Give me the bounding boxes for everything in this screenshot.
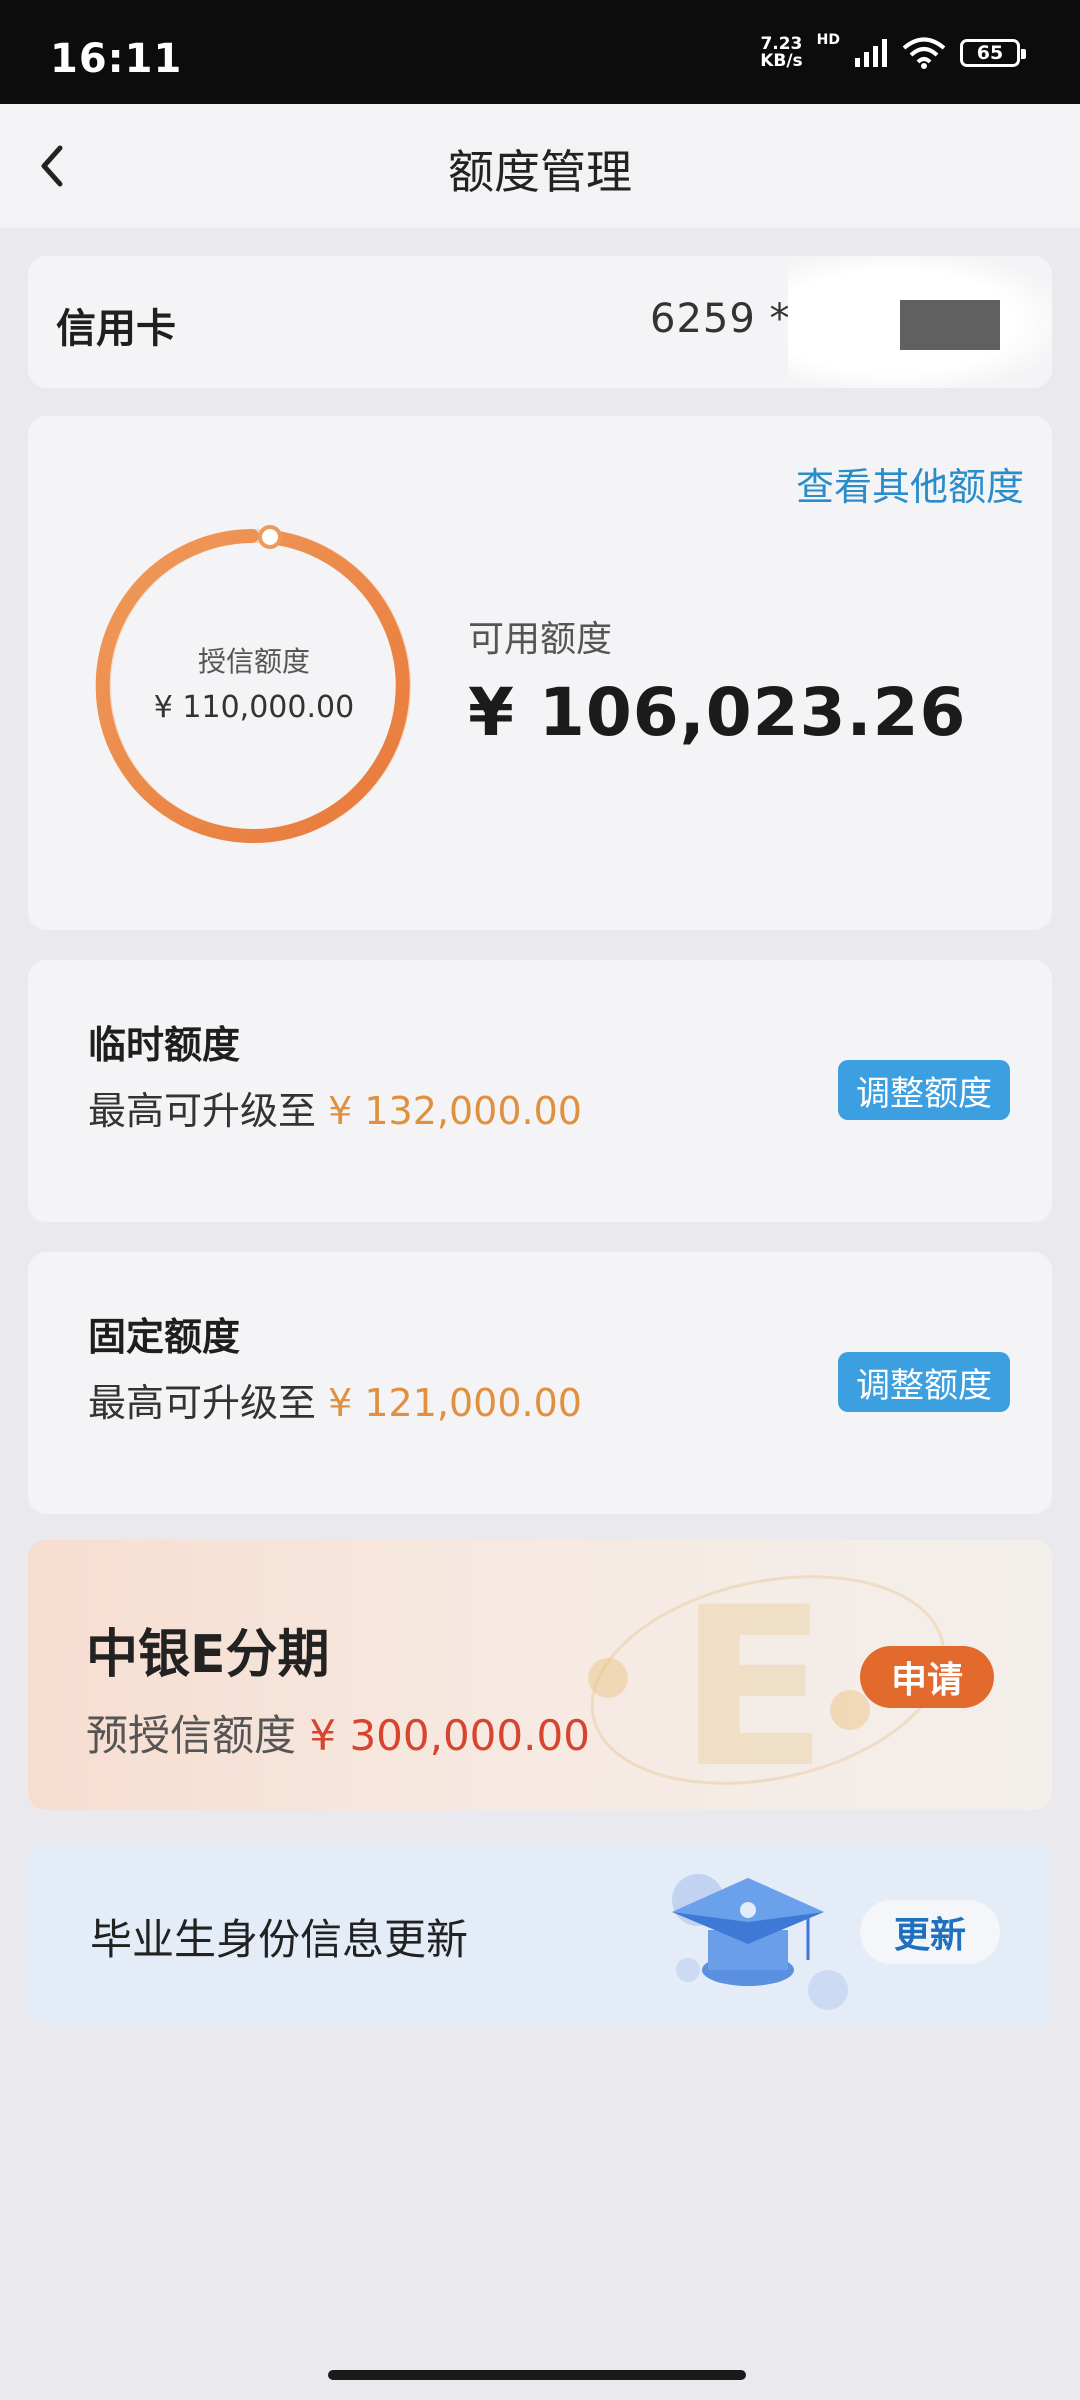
status-icons: 7.23 KB/s HD 65 (760, 30, 1026, 76)
update-button[interactable]: 更新 (860, 1900, 1000, 1964)
adjust-temporary-limit-button[interactable]: 调整额度 (838, 1060, 1010, 1120)
card-type-label: 信用卡 (56, 306, 176, 352)
graduate-update-card[interactable]: 毕业生身份信息更新 更新 (28, 1844, 1052, 2026)
temporary-limit-title: 临时额度 (88, 1023, 241, 1067)
fixed-limit-prefix: 最高可升级至 (88, 1381, 317, 1425)
wifi-icon (902, 37, 946, 69)
apply-button[interactable]: 申请 (860, 1646, 994, 1708)
promo-e-decoration: E (678, 1560, 829, 1810)
installment-amount: ¥ 300,000.00 (309, 1711, 590, 1760)
status-time: 16:11 (50, 36, 183, 82)
signal-icon (855, 39, 887, 67)
credit-limit-label: 授信额度 (197, 645, 310, 678)
credit-card-selector[interactable]: 信用卡 6259 * (28, 256, 1052, 388)
temporary-limit-amount: ¥ 132,000.00 (328, 1089, 582, 1133)
installment-subtitle: 预授信额度 ¥ 300,000.00 (86, 1702, 590, 1763)
installment-prefix: 预授信额度 (86, 1711, 297, 1760)
installment-promo-card[interactable]: E 中银E分期 预授信额度 ¥ 300,000.00 申请 (28, 1540, 1052, 1810)
fixed-limit-card: 固定额度 最高可升级至 ¥ 121,000.00 调整额度 (28, 1252, 1052, 1514)
temporary-limit-card: 临时额度 最高可升级至 ¥ 132,000.00 调整额度 (28, 960, 1052, 1222)
installment-title: 中银E分期 (86, 1625, 330, 1685)
credit-ring-text: 授信额度 ¥ 110,000.00 (84, 516, 424, 856)
promo-dot-decoration (830, 1690, 870, 1730)
status-bar: 16:11 7.23 KB/s HD 65 (0, 0, 1080, 104)
available-limit-value: ¥ 106,023.26 (468, 674, 967, 751)
home-indicator[interactable] (328, 2370, 746, 2380)
fixed-limit-amount: ¥ 121,000.00 (328, 1381, 582, 1425)
network-speed: 7.23 KB/s (760, 36, 802, 70)
card-number-mask-block (900, 300, 1000, 350)
available-limit-label: 可用额度 (468, 619, 613, 660)
hd-label: HD (816, 32, 840, 48)
credit-limit-value: ¥ 110,000.00 (153, 690, 355, 725)
page-title: 额度管理 (448, 145, 632, 199)
fixed-limit-subtitle: 最高可升级至 ¥ 121,000.00 (88, 1372, 582, 1427)
graduation-cap-icon (672, 1874, 848, 2010)
network-speed-unit: KB/s (760, 51, 803, 71)
graduate-update-title: 毕业生身份信息更新 (90, 1915, 469, 1964)
promo-dot-decoration (588, 1658, 628, 1698)
view-other-limits-link[interactable]: 查看其他额度 (796, 456, 1024, 511)
adjust-fixed-limit-button[interactable]: 调整额度 (838, 1352, 1010, 1412)
temporary-limit-subtitle: 最高可升级至 ¥ 132,000.00 (88, 1080, 582, 1135)
battery-indicator: 65 (960, 39, 1026, 67)
fixed-limit-title: 固定额度 (88, 1315, 241, 1359)
top-nav: 额度管理 (0, 104, 1080, 228)
temporary-limit-prefix: 最高可升级至 (88, 1089, 317, 1133)
card-number: 6259 * (650, 296, 791, 342)
limit-overview-card: 查看其他额度 授信额度 ¥ 110,000.00 可用额度 ¥ 106,023.… (28, 416, 1052, 930)
